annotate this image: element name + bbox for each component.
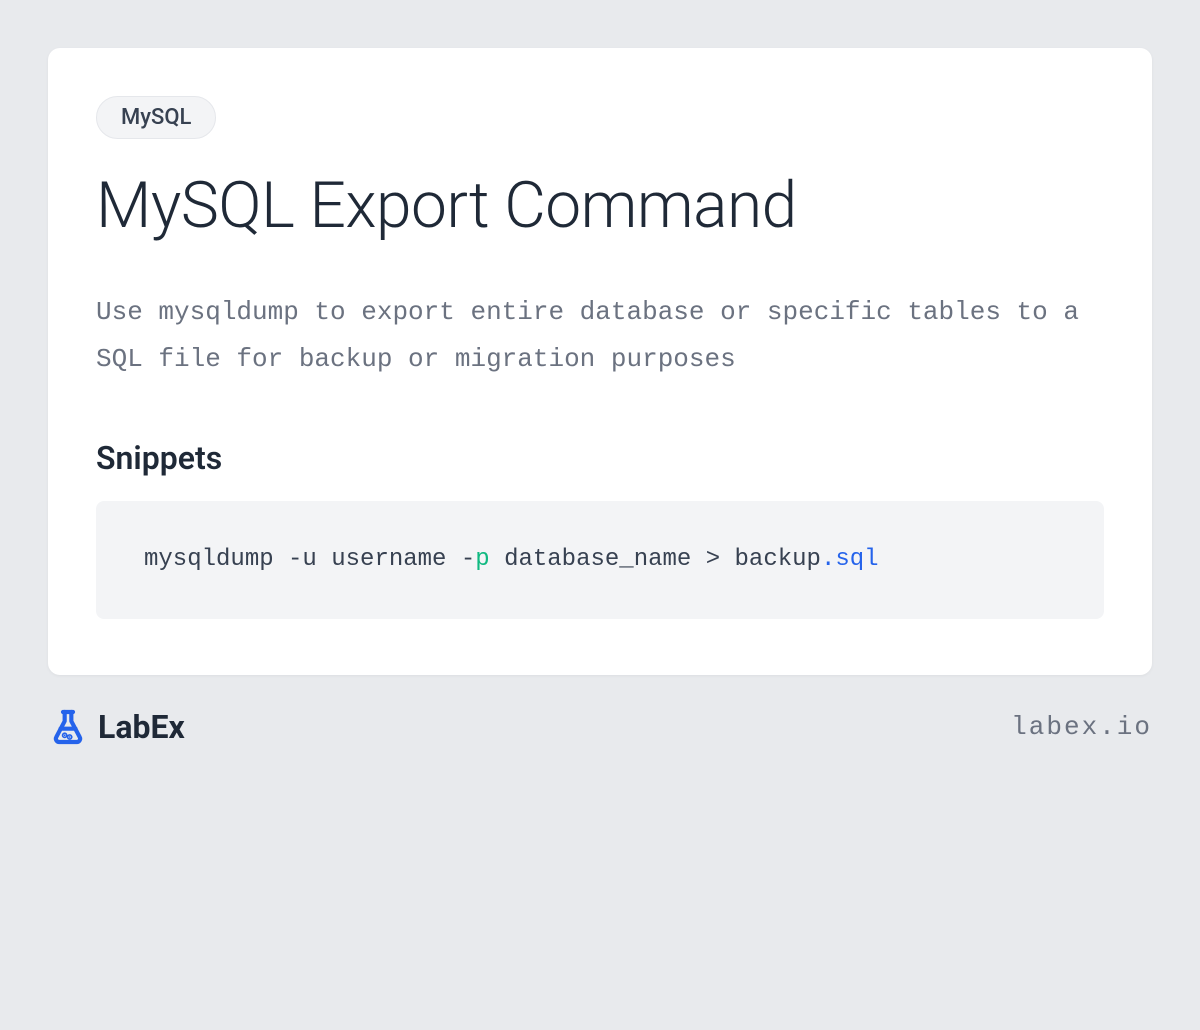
footer: LabEx labex.io bbox=[0, 675, 1200, 779]
content-card: MySQL MySQL Export Command Use mysqldump… bbox=[48, 48, 1152, 675]
code-flag-p: p bbox=[475, 546, 489, 573]
snippets-heading: Snippets bbox=[96, 439, 1104, 477]
code-text-1: mysqldump -u username - bbox=[144, 546, 475, 573]
flask-icon bbox=[48, 707, 88, 747]
footer-brand-text: LabEx bbox=[98, 708, 185, 746]
footer-brand: LabEx bbox=[48, 707, 185, 747]
code-extension: .sql bbox=[821, 546, 879, 573]
footer-url: labex.io bbox=[1011, 712, 1152, 742]
page-title: MySQL Export Command bbox=[96, 171, 1104, 241]
code-snippet: mysqldump -u username -p database_name >… bbox=[96, 501, 1104, 619]
badge-text: MySQL bbox=[121, 105, 191, 130]
category-badge: MySQL bbox=[96, 96, 216, 139]
code-text-2: database_name > backup bbox=[490, 546, 821, 573]
description-text: Use mysqldump to export entire database … bbox=[96, 289, 1104, 383]
